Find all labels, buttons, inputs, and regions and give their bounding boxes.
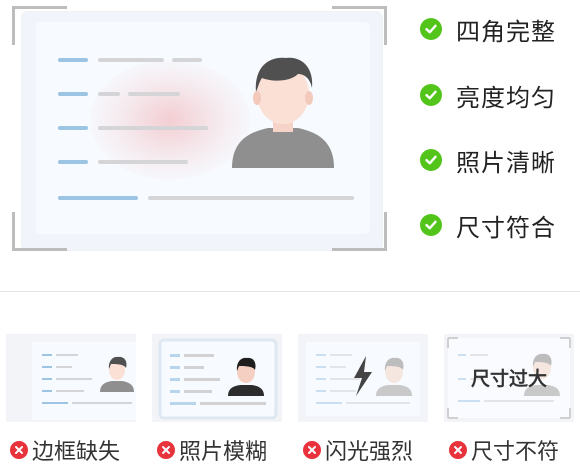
bad-example-thumbnail-strong-flash (298, 334, 428, 422)
check-circle-icon (420, 149, 442, 171)
card-line (148, 196, 354, 200)
bad-example-thumbnail-blurry-photo (152, 334, 282, 422)
section-divider (0, 291, 580, 292)
check-circle-icon (420, 18, 442, 40)
card-line (98, 126, 208, 130)
card-line (98, 58, 164, 62)
error-circle-icon (449, 441, 467, 459)
requirement-item: 照片清晰 (420, 143, 556, 177)
error-circle-icon (10, 441, 28, 459)
scan-corner-bottom-left (12, 212, 67, 251)
bad-example-text: 边框缺失 (32, 440, 121, 465)
error-circle-icon (157, 441, 175, 459)
error-circle-icon (303, 441, 321, 459)
requirement-item: 亮度均匀 (420, 78, 556, 112)
card-line (128, 92, 180, 96)
bad-example-text: 照片模糊 (179, 440, 268, 465)
id-card-sample-frame (0, 0, 400, 262)
requirement-label: 尺寸符合 (456, 213, 556, 242)
requirement-label: 照片清晰 (456, 148, 556, 177)
bad-example-thumbnail-missing-border (6, 334, 136, 422)
requirement-label: 亮度均匀 (456, 83, 556, 112)
bad-example-label: 边框缺失 (10, 436, 121, 465)
bad-example-thumbnail-size-mismatch: 尺寸过大 (444, 334, 574, 422)
scan-corner-top-left (12, 6, 67, 45)
card-line (58, 58, 88, 62)
bad-example-text: 尺寸不符 (471, 440, 560, 465)
card-line (98, 160, 188, 164)
bad-example-label: 尺寸不符 (449, 436, 560, 465)
size-overlay-text: 尺寸过大 (470, 368, 547, 390)
bad-example-text: 闪光强烈 (325, 440, 414, 465)
portrait-icon (232, 57, 334, 168)
requirement-item: 尺寸符合 (420, 208, 556, 242)
bad-example-label: 闪光强烈 (303, 436, 414, 465)
card-line (58, 160, 88, 164)
card-line (98, 92, 120, 96)
check-circle-icon (420, 84, 442, 106)
card-line (58, 92, 88, 96)
scan-corner-top-right (332, 6, 387, 45)
check-circle-icon (420, 214, 442, 236)
requirement-item: 四角完整 (420, 12, 556, 46)
scan-corner-bottom-right (332, 212, 387, 251)
card-line (58, 126, 88, 130)
requirement-label: 四角完整 (456, 17, 556, 46)
card-line (58, 196, 138, 200)
bad-example-label: 照片模糊 (157, 436, 268, 465)
card-line (172, 58, 202, 62)
